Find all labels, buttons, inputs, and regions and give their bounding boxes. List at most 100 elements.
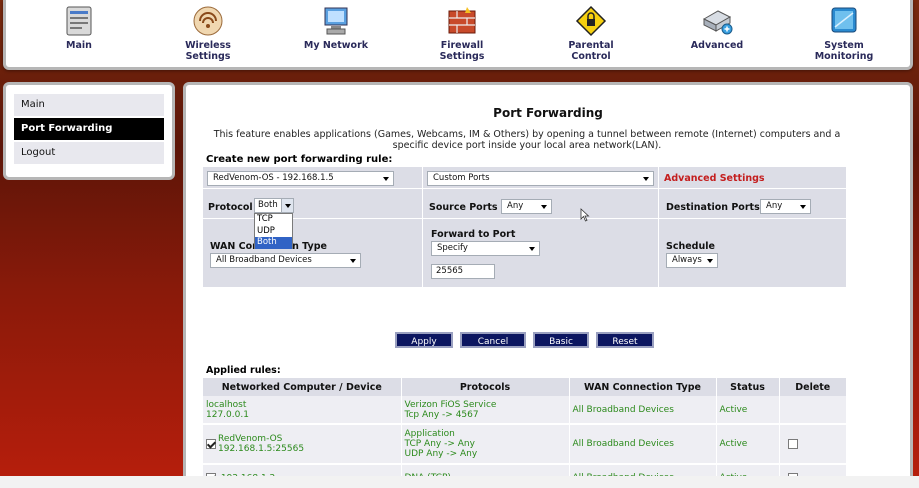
header-wan: WAN Connection Type — [569, 378, 717, 396]
wan-connection-select[interactable]: All Broadband Devices — [210, 253, 361, 268]
forward-to-port-value: Specify — [437, 243, 468, 253]
chevron-down-icon — [541, 205, 547, 209]
chevron-down-icon — [707, 259, 713, 263]
device-select-value: RedVenom-OS - 192.168.1.5 — [213, 173, 334, 183]
protocol-line[interactable]: Verizon FiOS Service — [405, 400, 566, 410]
nav-main[interactable]: Main — [29, 3, 129, 65]
parental-icon — [575, 5, 607, 37]
nav-advanced-label: Advanced — [690, 40, 744, 51]
protocol-dropdown-list: TCP UDP Both — [254, 213, 293, 249]
source-ports-label: Source Ports — [429, 202, 498, 213]
destination-ports-select[interactable]: Any — [760, 199, 811, 214]
nav-network-label: My Network — [303, 40, 369, 51]
header-device: Networked Computer / Device — [203, 378, 402, 396]
schedule-select[interactable]: Always — [666, 253, 718, 268]
schedule-value: Always — [672, 255, 702, 265]
apply-button[interactable]: Apply — [395, 332, 453, 348]
protocol-select-value: Both — [258, 200, 278, 210]
delete-cell — [779, 396, 846, 425]
device-cell: RedVenom-OS 192.168.1.5:25565 — [203, 424, 402, 465]
network-icon — [324, 7, 348, 35]
header-protocols: Protocols — [401, 378, 570, 396]
source-ports-value: Any — [507, 201, 524, 211]
nav-firewall-settings[interactable]: Firewall Settings — [412, 3, 512, 65]
page-description: This feature enables applications (Games… — [213, 129, 841, 151]
chevron-down-icon — [800, 205, 806, 209]
status-cell: Active — [716, 424, 780, 465]
firewall-icon — [448, 7, 476, 34]
main-icon — [66, 6, 92, 36]
header-delete: Delete — [779, 378, 846, 396]
sidebar: Main Port Forwarding Logout — [3, 82, 175, 180]
schedule-label: Schedule — [666, 241, 715, 252]
advanced-icon — [702, 10, 733, 35]
forward-to-port-select[interactable]: Specify — [431, 241, 540, 256]
protocol-option-both[interactable]: Both — [255, 237, 292, 249]
protocol-line[interactable]: Application — [405, 429, 566, 439]
nav-advanced[interactable]: Advanced — [667, 3, 767, 65]
cancel-button[interactable]: Cancel — [460, 332, 526, 348]
applied-rules-heading: Applied rules: — [206, 365, 281, 376]
device-name[interactable]: localhost — [206, 400, 398, 410]
forward-to-port-label: Forward to Port — [431, 229, 516, 240]
sidebar-item-port-forwarding[interactable]: Port Forwarding — [14, 118, 164, 140]
chevron-down-icon — [383, 177, 389, 181]
enable-checkbox[interactable] — [206, 439, 216, 449]
page-title: Port Forwarding — [493, 106, 603, 120]
service-select[interactable]: Custom Ports — [427, 171, 654, 186]
nav-parental-control[interactable]: Parental Control — [541, 3, 641, 65]
device-address: 127.0.0.1 — [206, 409, 249, 420]
service-select-value: Custom Ports — [433, 173, 490, 183]
status-cell: Active — [716, 396, 780, 425]
destination-ports-label: Destination Ports — [666, 202, 760, 213]
table-header-row: Networked Computer / Device Protocols WA… — [203, 378, 846, 396]
header-status: Status — [716, 378, 780, 396]
table-row: RedVenom-OS 192.168.1.5:25565 Applicatio… — [203, 424, 846, 465]
device-select[interactable]: RedVenom-OS - 192.168.1.5 — [207, 171, 394, 186]
chevron-down-icon — [643, 177, 649, 181]
destination-ports-value: Any — [766, 201, 783, 211]
source-ports-select[interactable]: Any — [501, 199, 552, 214]
monitoring-icon — [831, 7, 857, 33]
nav-system-monitoring[interactable]: System Monitoring — [794, 3, 894, 65]
applied-rules-table: Networked Computer / Device Protocols WA… — [203, 378, 846, 479]
nav-wireless-settings[interactable]: Wireless Settings — [158, 3, 258, 65]
delete-cell — [779, 424, 846, 465]
protocol-option-tcp[interactable]: TCP — [255, 214, 292, 226]
nav-wireless-label: Wireless Settings — [185, 40, 231, 62]
protocols-cell: Verizon FiOS Service Tcp Any -> 4567 — [401, 396, 570, 425]
chevron-down-icon — [281, 199, 293, 212]
device-name[interactable]: RedVenom-OS — [218, 434, 304, 444]
protocol-option-udp[interactable]: UDP — [255, 226, 292, 238]
device-address: 192.168.1.5:25565 — [218, 444, 305, 454]
protocol-select[interactable]: Both — [254, 198, 294, 213]
chevron-down-icon — [529, 247, 535, 251]
nav-main-label: Main — [66, 40, 92, 51]
wan-cell: All Broadband Devices — [569, 424, 717, 465]
bottom-strip — [0, 476, 919, 488]
sidebar-item-logout[interactable]: Logout — [14, 142, 164, 164]
reset-button[interactable]: Reset — [596, 332, 654, 348]
main-panel: Port Forwarding This feature enables app… — [183, 82, 913, 482]
wireless-icon — [193, 6, 223, 36]
delete-checkbox[interactable] — [787, 438, 798, 449]
chevron-down-icon — [350, 259, 356, 263]
advanced-settings-link[interactable]: Advanced Settings — [664, 173, 765, 184]
mouse-pointer-icon — [580, 208, 590, 222]
protocol-line: UDP Any -> Any — [404, 449, 478, 459]
forward-port-input[interactable]: 25565 — [431, 264, 495, 279]
protocol-label: Protocol — [208, 202, 253, 213]
device-cell: localhost 127.0.0.1 — [203, 396, 402, 425]
wan-connection-value: All Broadband Devices — [216, 255, 312, 265]
nav-monitoring-label: System Monitoring — [814, 40, 874, 62]
wan-cell: All Broadband Devices — [569, 396, 717, 425]
port-forwarding-form: RedVenom-OS - 192.168.1.5 Custom Ports A… — [203, 167, 846, 287]
table-row: localhost 127.0.0.1 Verizon FiOS Service… — [203, 396, 846, 425]
top-navigation: Main Wireless Settings My Network Firewa… — [3, 0, 913, 70]
protocols-cell: Application TCP Any -> Any UDP Any -> An… — [401, 424, 570, 465]
protocol-line: Tcp Any -> 4567 — [404, 409, 479, 420]
basic-button[interactable]: Basic — [533, 332, 589, 348]
nav-my-network[interactable]: My Network — [286, 3, 386, 65]
sidebar-item-main[interactable]: Main — [14, 94, 164, 116]
nav-firewall-label: Firewall Settings — [439, 40, 485, 62]
